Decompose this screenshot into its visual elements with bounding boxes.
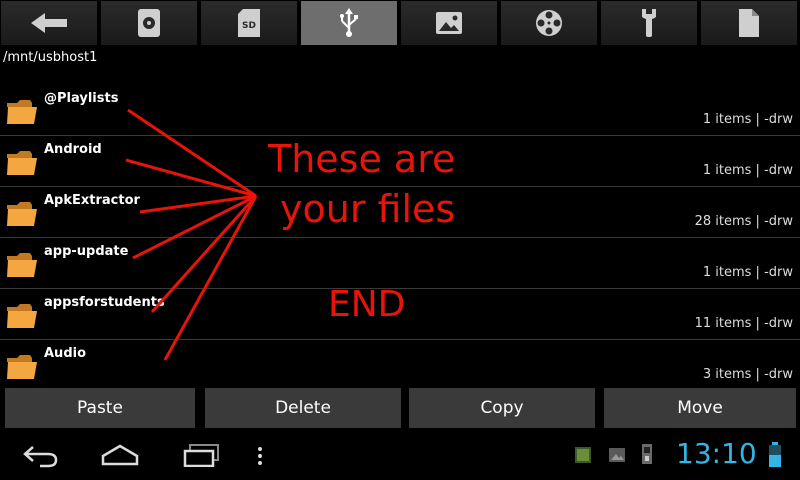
file-meta: 3 items | -drw <box>702 367 793 382</box>
file-meta: 11 items | -drw <box>694 316 793 331</box>
tab-documents[interactable] <box>700 0 798 46</box>
image-icon <box>436 12 462 34</box>
back-button[interactable] <box>0 0 98 46</box>
app-notification-icon <box>575 447 591 463</box>
current-path: /mnt/usbhost1 <box>3 50 98 65</box>
tab-tools[interactable] <box>600 0 698 46</box>
back-icon[interactable] <box>20 442 60 468</box>
gallery-notification-icon <box>609 448 625 462</box>
file-name: Android <box>44 142 102 157</box>
sd-card-label: SD <box>242 21 256 31</box>
file-list[interactable]: @Playlists 1 items | -drw Android 1 item… <box>0 85 800 382</box>
annotation-line-1: These are <box>268 137 456 181</box>
file-name: appsforstudents <box>44 295 165 310</box>
battery-icon <box>769 442 781 467</box>
usb-storage-notification-icon <box>642 444 652 464</box>
folder-icon <box>7 202 37 226</box>
tab-images[interactable] <box>400 0 498 46</box>
list-item[interactable]: @Playlists 1 items | -drw <box>0 85 800 136</box>
paste-button[interactable]: Paste <box>5 388 195 428</box>
copy-button[interactable]: Copy <box>409 388 595 428</box>
recent-apps-icon[interactable] <box>182 443 222 467</box>
folder-icon <box>7 304 37 328</box>
folder-icon <box>7 100 37 124</box>
internal-storage-icon <box>138 9 160 37</box>
tab-videos[interactable] <box>500 0 598 46</box>
tab-usb[interactable] <box>300 0 398 46</box>
file-meta: 1 items | -drw <box>702 163 793 178</box>
file-name: ApkExtractor <box>44 193 140 208</box>
list-item[interactable]: app-update 1 items | -drw <box>0 238 800 289</box>
delete-button[interactable]: Delete <box>205 388 401 428</box>
film-reel-icon <box>536 10 562 36</box>
file-name: Audio <box>44 346 87 361</box>
file-meta: 1 items | -drw <box>702 112 793 127</box>
annotation-end: END <box>328 284 406 325</box>
document-icon <box>739 9 759 37</box>
home-icon[interactable] <box>100 442 140 466</box>
system-nav-bar: 13:10 <box>0 430 800 480</box>
file-name: app-update <box>44 244 129 259</box>
status-clock: 13:10 <box>676 437 757 470</box>
file-meta: 1 items | -drw <box>702 265 793 280</box>
file-name: @Playlists <box>44 91 119 106</box>
usb-icon <box>340 8 358 37</box>
top-toolbar: SD <box>0 0 800 47</box>
tab-sd-card[interactable]: SD <box>200 0 298 46</box>
move-button[interactable]: Move <box>604 388 796 428</box>
wrench-icon <box>642 9 656 37</box>
folder-icon <box>7 151 37 175</box>
tab-internal-storage[interactable] <box>100 0 198 46</box>
folder-icon <box>7 253 37 277</box>
folder-icon <box>7 355 37 379</box>
list-item[interactable]: Audio 3 items | -drw <box>0 340 800 382</box>
back-arrow-icon <box>31 13 67 33</box>
file-meta: 28 items | -drw <box>694 214 793 229</box>
menu-icon[interactable] <box>256 446 264 466</box>
action-bar: Paste Delete Copy Move <box>0 388 800 428</box>
sd-card-icon: SD <box>238 9 260 37</box>
annotation-line-2: your files <box>280 187 456 231</box>
